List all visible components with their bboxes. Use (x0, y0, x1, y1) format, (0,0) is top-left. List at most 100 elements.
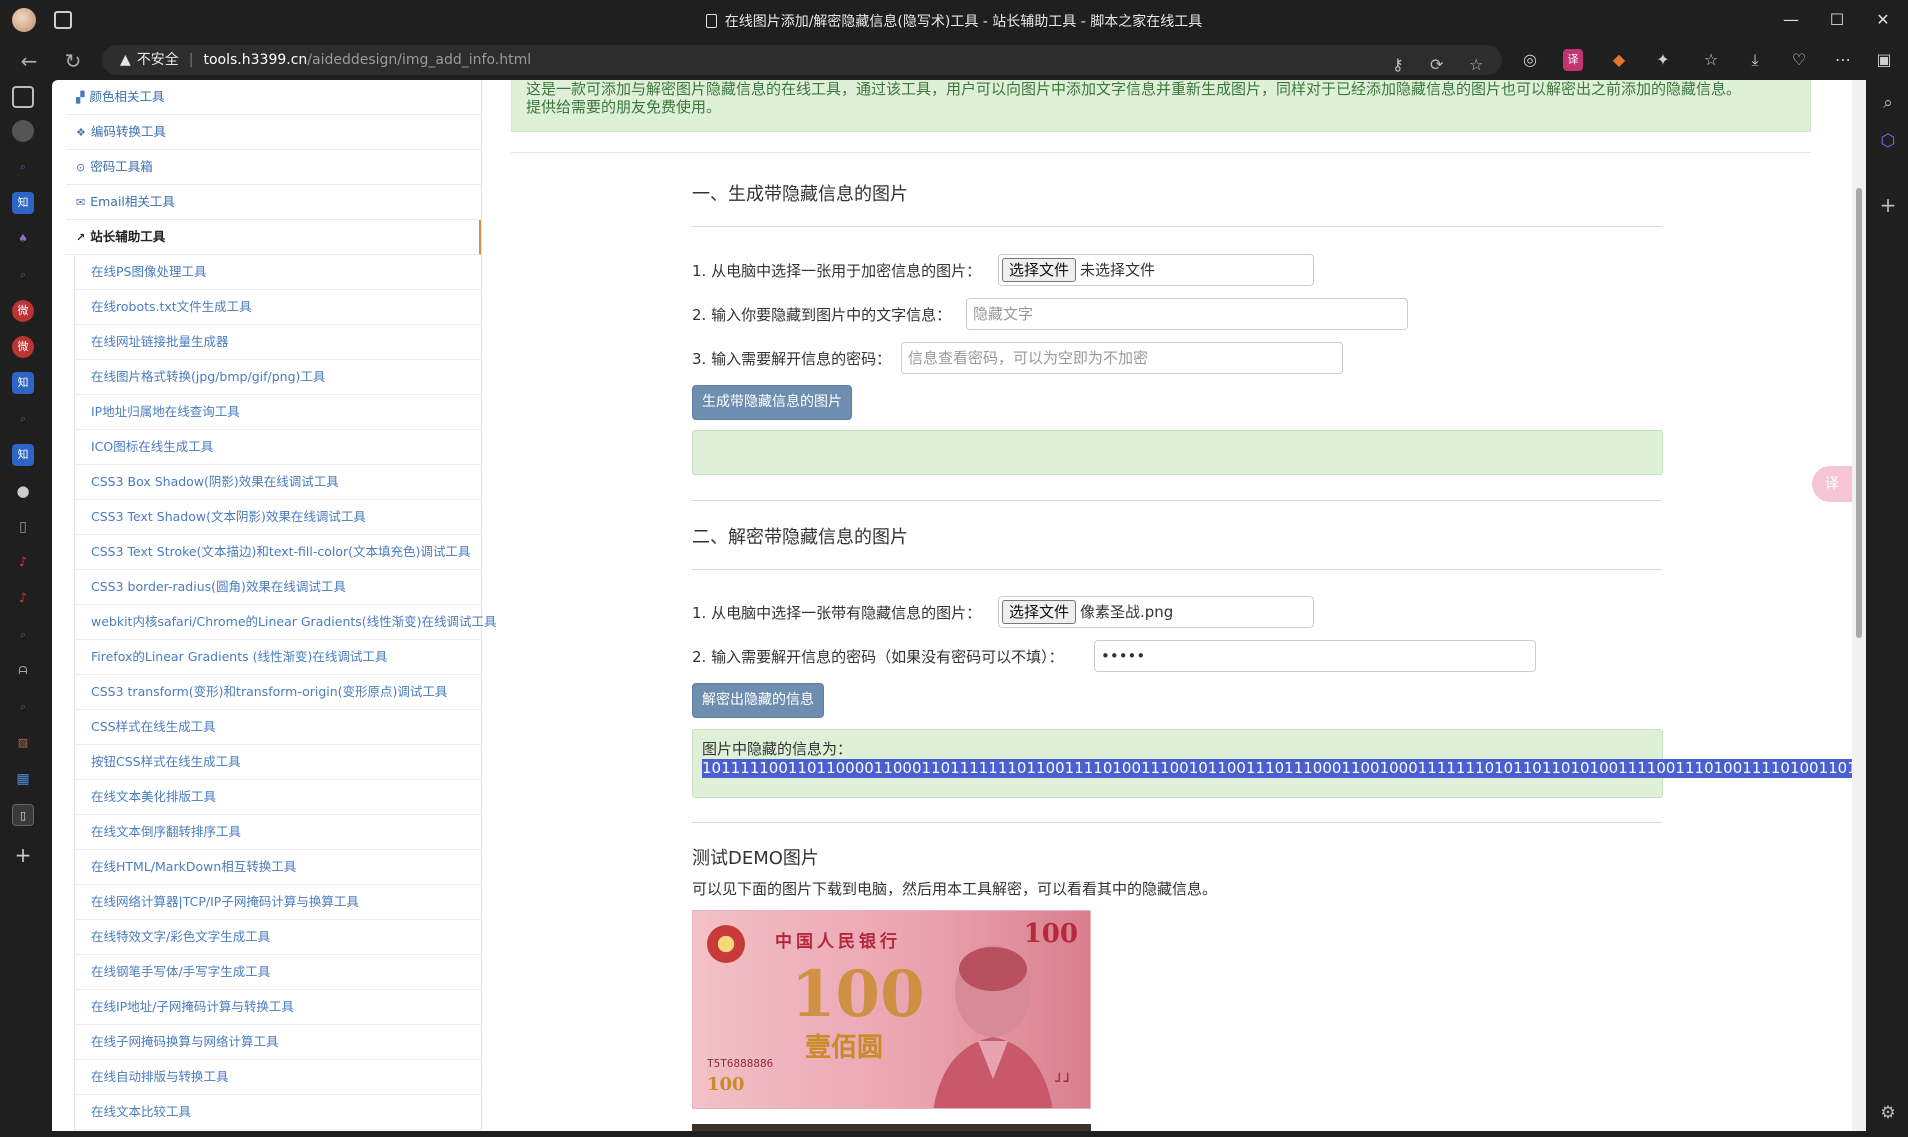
sidebar-subitem[interactable]: 按钮CSS样式在线生成工具 (74, 745, 481, 780)
demo-title: 测试DEMO图片 (692, 848, 819, 869)
page-scrollbar[interactable] (1852, 80, 1866, 1131)
sidebar-subitem[interactable]: CSS3 transform(变形)和transform-origin(变形原点… (74, 675, 481, 710)
copilot-icon[interactable]: ⬡ (1877, 130, 1899, 152)
sidebar-subitem[interactable]: 在线文本美化排版工具 (74, 780, 481, 815)
sidebar-subitem[interactable]: 在线robots.txt文件生成工具 (74, 290, 481, 325)
demo-image-2[interactable] (692, 1124, 1091, 1131)
note-denomination: 壹佰圆 (805, 1033, 884, 1063)
sidebar-subitem[interactable]: 在线图片格式转换(jpg/bmp/gif/png)工具 (74, 360, 481, 395)
encode-password-input[interactable]: 信息查看密码，可以为空即为不加密 (901, 342, 1343, 374)
national-emblem-icon (707, 925, 745, 963)
sidebar-subitem[interactable]: 在线PS图像处理工具 (74, 255, 481, 290)
encode-file-input[interactable]: 选择文件 未选择文件 (998, 254, 1314, 286)
decode-password-input[interactable]: ••••• (1094, 640, 1536, 672)
sidebar-item-password[interactable]: ⊙ 密码工具箱 (66, 150, 481, 185)
tab-favicon-icon[interactable]: ▨ (12, 732, 34, 754)
encode-choose-file-button[interactable]: 选择文件 (1002, 258, 1077, 282)
sidebar-item-email[interactable]: ✉ Email相关工具 (66, 185, 481, 220)
sidebar-toggle-icon[interactable]: ▣ (1872, 49, 1896, 71)
address-toolbar: ← ↻ ▲ 不安全 | tools.h3399.cn/aideddesign/img_… (0, 40, 1908, 80)
more-menu-icon[interactable]: ⋯ (1831, 49, 1855, 71)
sidebar-item-webmaster[interactable]: ↗ 站长辅助工具 (66, 220, 481, 255)
tab-favicon-icon[interactable]: ♪ (12, 588, 34, 610)
decode-result-value[interactable]: 1011111001101100001100011011111110110011… (702, 759, 1852, 778)
decode-choose-file-button[interactable]: 选择文件 (1002, 600, 1077, 624)
sidebar-item-label: 颜色相关工具 (89, 89, 165, 104)
new-tab-icon[interactable]: + (12, 844, 34, 866)
sidebar-subitem[interactable]: 在线钢笔手写体/手写字生成工具 (74, 955, 481, 990)
back-icon[interactable]: ← (16, 48, 42, 74)
sidebar-subitem[interactable]: webkit内核safari/Chrome的Linear Gradients(线… (74, 605, 497, 640)
tab-favicon-icon[interactable] (12, 120, 34, 142)
generate-image-button[interactable]: 生成带隐藏信息的图片 (692, 385, 852, 420)
address-bar[interactable]: ▲ 不安全 | tools.h3399.cn/aideddesign/img_add_… (102, 45, 1502, 75)
zhihu-tab-icon[interactable]: 知 (12, 372, 34, 394)
translate-extension-icon[interactable]: 译 (1563, 49, 1583, 71)
tab-list-icon[interactable] (12, 86, 34, 108)
add-icon[interactable]: + (1877, 194, 1899, 216)
sidebar-subitem[interactable]: 在线IP地址/子网掩码计算与转换工具 (74, 990, 481, 1025)
encode-section-title: 一、生成带隐藏信息的图片 (692, 184, 908, 205)
zhihu-tab-icon[interactable]: 知 (12, 444, 34, 466)
section-divider (511, 152, 1811, 153)
active-tab-icon[interactable]: ▯ (12, 804, 34, 826)
sidebar-subitem[interactable]: 在线文本倒序翻转排序工具 (74, 815, 481, 850)
search-tab-icon[interactable]: ⌕ (12, 408, 34, 430)
url-path: /aideddesign/img_add_info.html (307, 52, 532, 68)
tab-favicon-icon[interactable]: ♪ (12, 552, 34, 574)
search-tab-icon[interactable]: ⌕ (12, 156, 34, 178)
maximize-button[interactable]: ☐ (1822, 8, 1852, 32)
sidebar-subitem[interactable]: 在线网络计算器|TCP/IP子网掩码计算与换算工具 (74, 885, 481, 920)
window-title-text: 在线图片添加/解密隐藏信息(隐写术)工具 - 站长辅助工具 - 脚本之家在线工具 (724, 14, 1203, 30)
zhihu-tab-icon[interactable]: 知 (12, 192, 34, 214)
security-label[interactable]: 不安全 (137, 52, 179, 68)
search-icon[interactable]: ⌕ (1877, 92, 1899, 114)
sidebar-subitem[interactable]: CSS3 Text Stroke(文本描边)和text-fill-color(文… (74, 535, 481, 570)
download-icon[interactable]: ⤓ (1743, 49, 1767, 71)
sidebar-subitem[interactable]: 在线网址链接批量生成器 (74, 325, 481, 360)
sidebar-subitem[interactable]: CSS3 Text Shadow(文本阴影)效果在线调试工具 (74, 500, 481, 535)
sidebar-subitem[interactable]: 在线文本比较工具 (74, 1095, 481, 1130)
close-button[interactable]: ✕ (1868, 8, 1898, 32)
search-tab-icon[interactable]: ⌕ (12, 624, 34, 646)
read-aloud-icon[interactable]: ⟳ (1430, 50, 1443, 80)
decode-file-input[interactable]: 选择文件 像素圣战.png (998, 596, 1314, 628)
extensions-icon[interactable]: ✦ (1651, 49, 1675, 71)
weibo-tab-icon[interactable]: 微 (12, 300, 34, 322)
demo-banknote-image[interactable]: 中国人民银行 100 100 壹佰圆 T5T6888886 100 ┘┘ (692, 910, 1091, 1109)
favorite-star-icon[interactable]: ☆ (1469, 50, 1483, 80)
heart-icon[interactable]: ♡ (1787, 49, 1811, 71)
sidebar-item-encoding[interactable]: ❖ 编码转换工具 (66, 115, 481, 150)
sidebar-subitem[interactable]: Firefox的Linear Gradients (线性渐变)在线调试工具 (74, 640, 481, 675)
sidebar-subitem[interactable]: IP地址归属地在线查询工具 (74, 395, 481, 430)
favorites-icon[interactable]: ☆ (1699, 49, 1723, 71)
sidebar-subitem[interactable]: 在线特效文字/彩色文字生成工具 (74, 920, 481, 955)
sidebar-subitem[interactable]: CSS3 Box Shadow(阴影)效果在线调试工具 (74, 465, 481, 500)
minimize-button[interactable]: — (1776, 8, 1806, 32)
refresh-icon[interactable]: ↻ (60, 48, 86, 74)
sidebar-subitem[interactable]: CSS3 border-radius(圆角)效果在线调试工具 (74, 570, 481, 605)
floating-translate-icon[interactable]: 译 (1812, 466, 1852, 502)
decode-button[interactable]: 解密出隐藏的信息 (692, 683, 824, 718)
sidebar-subitem[interactable]: ICO图标在线生成工具 (74, 430, 481, 465)
scrollbar-thumb[interactable] (1856, 188, 1862, 638)
document-tab-icon[interactable]: ▯ (12, 516, 34, 538)
search-tab-icon[interactable]: ⌕ (12, 264, 34, 286)
weibo-tab-icon[interactable]: 微 (12, 336, 34, 358)
sidebar-subitem[interactable]: CSS样式在线生成工具 (74, 710, 481, 745)
page-viewport: ▞ 颜色相关工具 ❖ 编码转换工具 ⊙ 密码工具箱 ✉ Email相关工具 ↗ 站长辅助工… (52, 80, 1852, 1131)
sidebar-subitem[interactable]: 在线子网掩码换算与网络计算工具 (74, 1025, 481, 1060)
github-tab-icon[interactable]: ● (12, 480, 34, 502)
sidebar-subitem[interactable]: 在线HTML/MarkDown相互转换工具 (74, 850, 481, 885)
reading-view-icon[interactable]: ◎ (1518, 49, 1542, 71)
hidden-text-input[interactable]: 隐藏文字 (966, 298, 1408, 330)
tab-favicon-icon[interactable]: ▦ (12, 768, 34, 790)
key-icon[interactable]: ⚷ (1392, 50, 1404, 80)
settings-gear-icon[interactable]: ⚙ (1877, 1102, 1899, 1124)
search-tab-icon[interactable]: ⌕ (12, 696, 34, 718)
sidebar-item-color[interactable]: ▞ 颜色相关工具 (66, 80, 481, 115)
tab-favicon-icon[interactable]: ᗩ (12, 660, 34, 682)
fox-extension-icon[interactable]: ◆ (1607, 49, 1631, 71)
tab-favicon-icon[interactable]: ♠ (12, 228, 34, 250)
sidebar-subitem[interactable]: 在线自动排版与转换工具 (74, 1060, 481, 1095)
